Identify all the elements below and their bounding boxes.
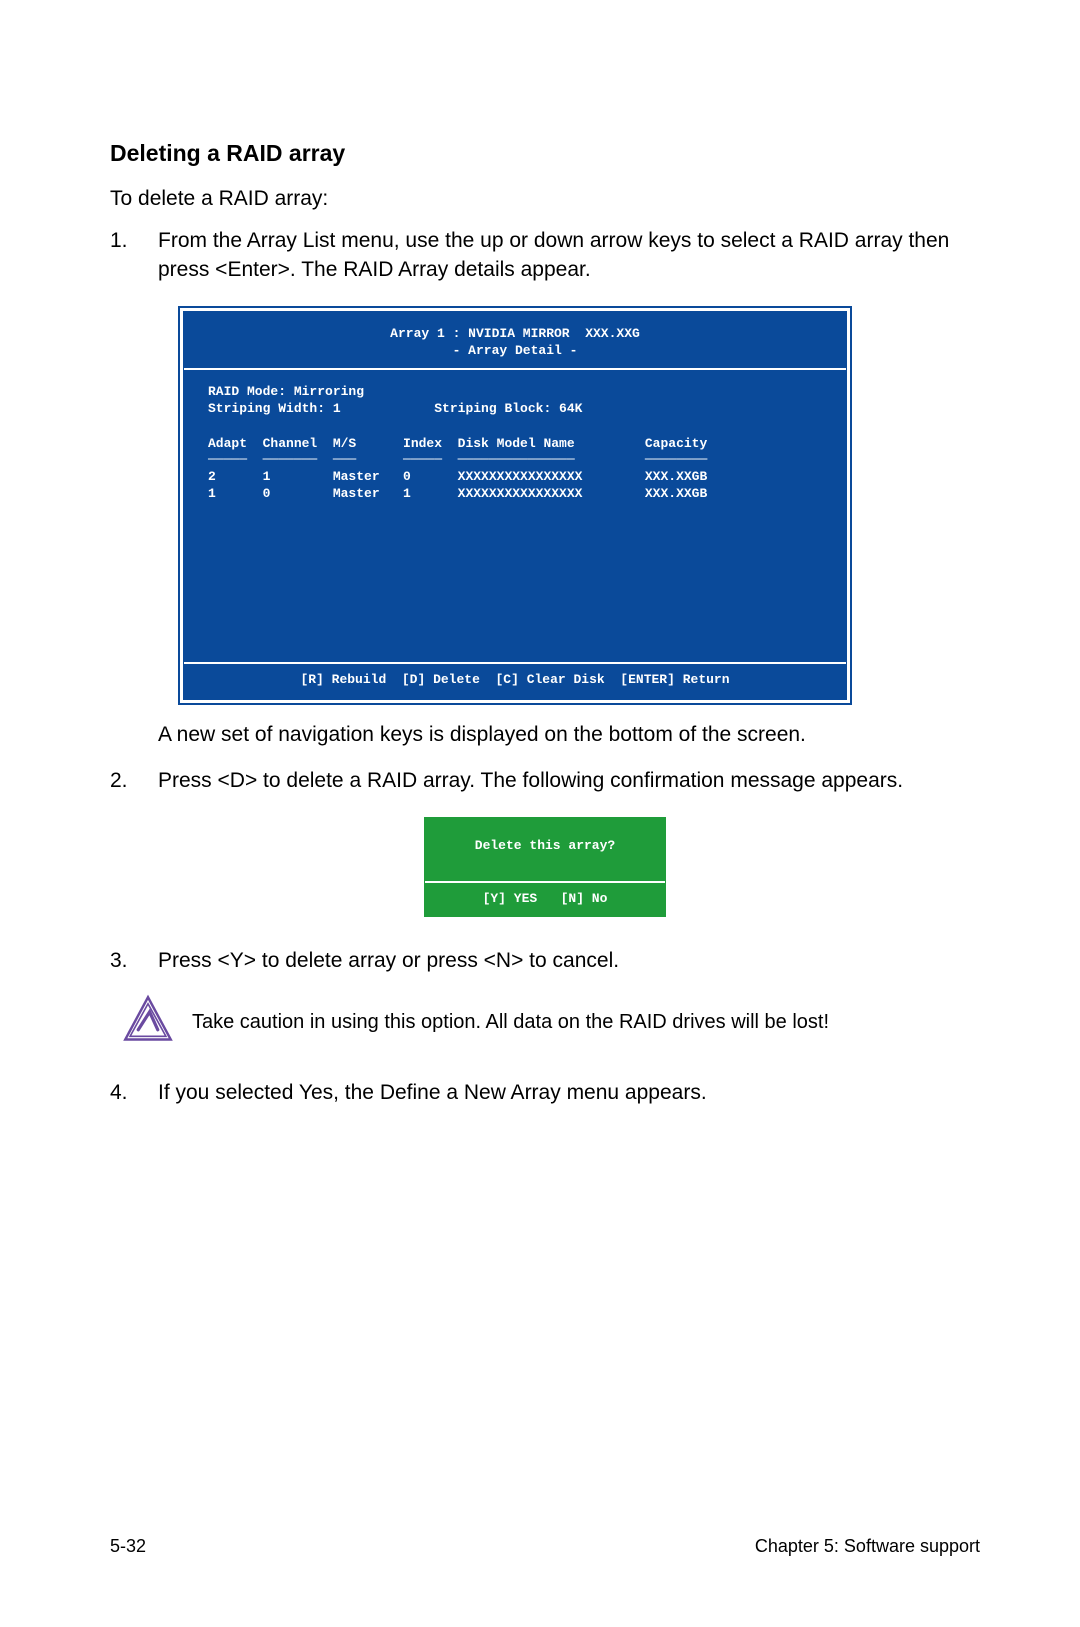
bios-striping-info: Striping Width: 1 Striping Block: 64K	[208, 401, 822, 418]
bios-nav-keys: [R] Rebuild [D] Delete [C] Clear Disk [E…	[184, 662, 846, 699]
chapter-label: Chapter 5: Software support	[755, 1536, 980, 1557]
table-row: 2 1 Master 0 XXXXXXXXXXXXXXXX XXX.XXGB	[208, 469, 822, 486]
section-heading: Deleting a RAID array	[110, 140, 980, 167]
delete-confirm-dialog: Delete this array? [Y] YES [N] No	[424, 817, 666, 917]
page-footer: 5-32 Chapter 5: Software support	[110, 1536, 980, 1557]
step-3: Press <Y> to delete array or press <N> t…	[110, 947, 980, 975]
step-1-note: A new set of navigation keys is displaye…	[110, 721, 980, 749]
step-1: From the Array List menu, use the up or …	[110, 227, 980, 284]
bios-array-subtitle: - Array Detail -	[194, 343, 836, 360]
confirm-options: [Y] YES [N] No	[425, 881, 665, 916]
bios-table-hr: ───── ─────── ─── ───── ─────────────── …	[208, 452, 822, 469]
caution-text: Take caution in using this option. All d…	[192, 1009, 829, 1036]
page-number: 5-32	[110, 1536, 146, 1557]
bios-table-header: Adapt Channel M/S Index Disk Model Name …	[208, 436, 822, 453]
caution-icon	[122, 994, 174, 1051]
step-4: If you selected Yes, the Define a New Ar…	[110, 1079, 980, 1107]
intro-text: To delete a RAID array:	[110, 185, 980, 213]
step-2: Press <D> to delete a RAID array. The fo…	[110, 767, 980, 795]
bios-array-detail-panel: Array 1 : NVIDIA MIRROR XXX.XXG - Array …	[180, 308, 850, 703]
bios-array-title: Array 1 : NVIDIA MIRROR XXX.XXG	[194, 326, 836, 343]
caution-note: Take caution in using this option. All d…	[110, 994, 980, 1051]
bios-disk-table: Adapt Channel M/S Index Disk Model Name …	[208, 436, 822, 504]
confirm-question: Delete this array?	[425, 818, 665, 881]
table-row: 1 0 Master 1 XXXXXXXXXXXXXXXX XXX.XXGB	[208, 486, 822, 503]
bios-raid-mode: RAID Mode: Mirroring	[208, 384, 822, 401]
